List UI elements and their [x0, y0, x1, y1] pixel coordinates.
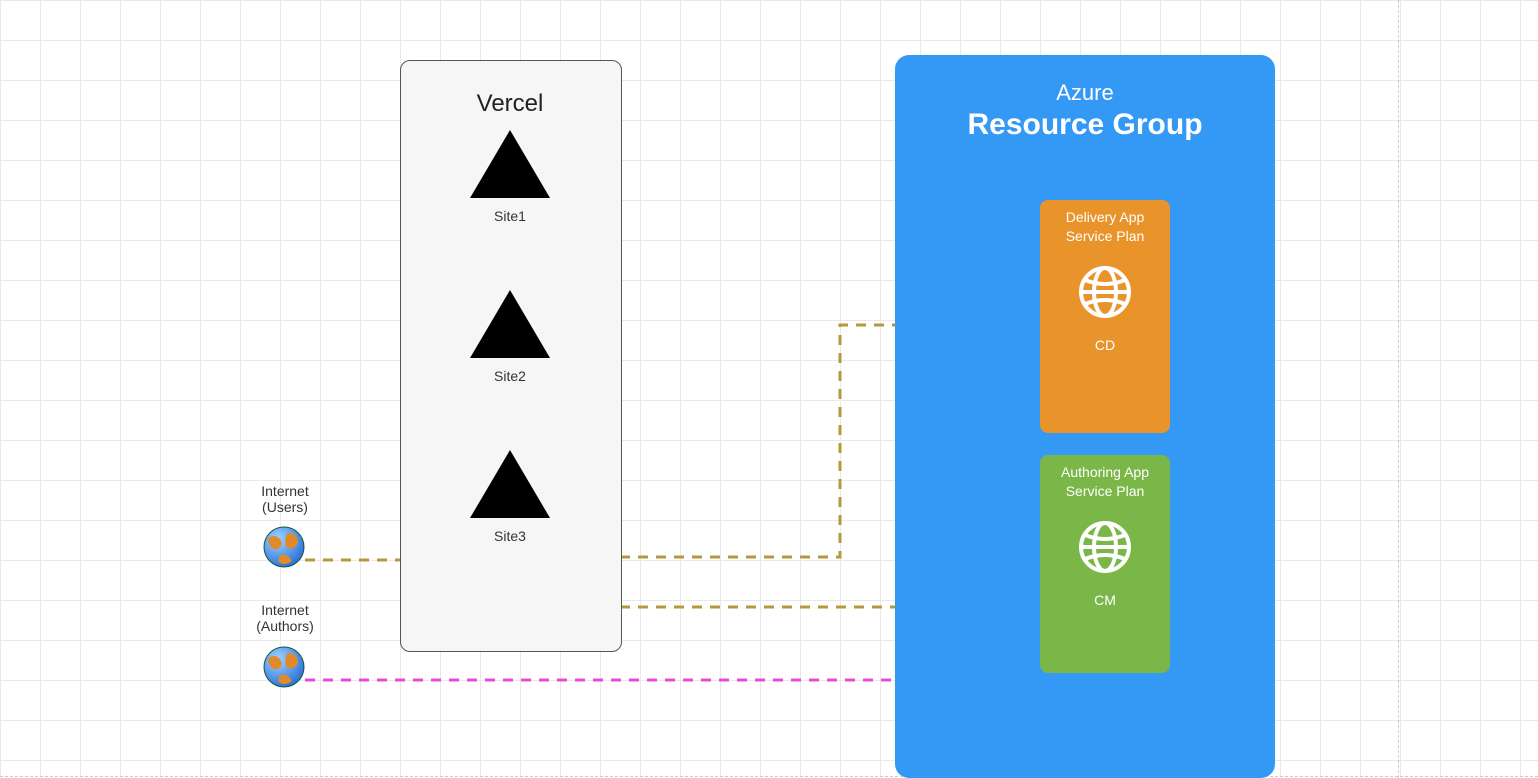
earth-icon[interactable]	[262, 645, 306, 689]
plan-label-cd: CD	[1040, 337, 1170, 353]
vercel-site-2[interactable]: Site2	[400, 290, 620, 384]
delivery-app-service-plan[interactable]: Delivery App Service Plan CD	[1040, 200, 1170, 433]
azure-header: Azure Resource Group	[895, 80, 1275, 142]
plan-label-cm: CM	[1040, 592, 1170, 608]
vercel-site-3[interactable]: Site3	[400, 450, 620, 544]
globe-icon	[1077, 519, 1133, 575]
site-label: Site2	[400, 368, 620, 384]
azure-header-small: Azure	[895, 80, 1275, 106]
vercel-title: Vercel	[400, 90, 620, 118]
authoring-app-service-plan[interactable]: Authoring App Service Plan CM	[1040, 455, 1170, 673]
vercel-site-1[interactable]: Site1	[400, 130, 620, 224]
globe-icon	[1077, 264, 1133, 320]
triangle-icon	[470, 130, 550, 198]
plan-title: Authoring App Service Plan	[1040, 463, 1170, 501]
site-label: Site3	[400, 528, 620, 544]
triangle-icon	[470, 450, 550, 518]
diagram-canvas[interactable]: Vercel Site1 Site2 Site3 Azure Resource …	[0, 0, 1538, 778]
internet-users-label: Internet (Users)	[245, 483, 325, 515]
earth-icon[interactable]	[262, 525, 306, 569]
connections-layer	[0, 0, 1538, 778]
site-label: Site1	[400, 208, 620, 224]
azure-header-large: Resource Group	[895, 108, 1275, 142]
triangle-icon	[470, 290, 550, 358]
plan-title: Delivery App Service Plan	[1040, 208, 1170, 246]
internet-authors-label: Internet (Authors)	[245, 602, 325, 634]
